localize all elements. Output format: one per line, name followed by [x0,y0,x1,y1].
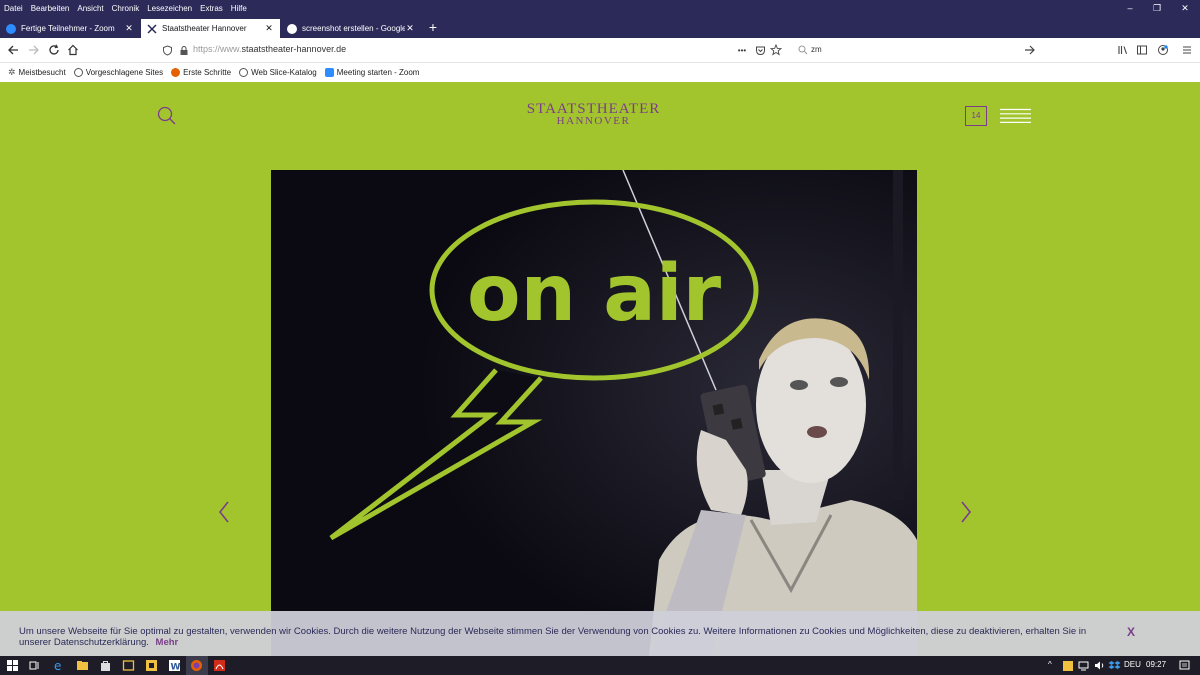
tab-label: Staatstheater Hannover [162,24,247,33]
forward-icon[interactable] [27,43,41,57]
bookmark-label: Meeting starten - Zoom [336,68,420,77]
search-input[interactable]: zm [811,45,822,54]
bookmark-vorgeschlagene-sites[interactable]: Vorgeschlagene Sites [73,68,164,77]
bookmark-label: Erste Schritte [183,68,232,77]
acrobat-icon[interactable] [213,659,226,672]
navigation-bar: https://www.staatstheater-hannover.de ••… [0,38,1200,63]
back-icon[interactable] [6,43,20,57]
photos-icon[interactable] [122,659,135,672]
page-actions-button[interactable]: ••• [734,43,750,57]
bookmark-star-icon[interactable] [769,43,783,57]
taskbar: e W ^ DEU 09:27 [0,656,1200,675]
tray-chevron-icon[interactable]: ^ [1048,660,1052,669]
calendar-number: 14 [971,111,981,120]
tab-label: Fertige Teilnehmer - Zoom [21,24,115,33]
google-icon [287,23,297,34]
menu-ansicht[interactable]: Ansicht [73,4,107,13]
search-go-icon[interactable] [1023,43,1037,57]
calendar-button[interactable]: 14 [965,106,987,126]
url-domain: staatstheater-hannover.de [241,44,347,54]
tab-zoom-participants[interactable]: Fertige Teilnehmer - Zoom ✕ [0,19,140,38]
close-tab-icon[interactable]: ✕ [264,23,274,34]
svg-text:e: e [54,659,61,672]
bookmarks-toolbar: ✲ Meistbesucht Vorgeschlagene Sites Erst… [0,63,1200,82]
word-icon[interactable]: W [168,659,181,673]
globe-icon [73,68,83,77]
shield-icon[interactable] [160,43,174,57]
clock[interactable]: 09:27 [1146,660,1166,669]
store-icon[interactable] [99,659,112,672]
minimize-button[interactable]: – [1116,0,1144,16]
bookmark-label: Vorgeschlagene Sites [85,68,164,77]
cookie-more-link[interactable]: Mehr [156,637,179,648]
cookie-close-button[interactable]: X [1127,625,1135,639]
cookie-message: Um unsere Webseite für Sie optimal zu ge… [19,626,1087,648]
zoom-icon [324,68,334,77]
tab-google-search[interactable]: screenshot erstellen - Google-S ✕ [281,19,421,38]
close-window-button[interactable]: ✕ [1171,0,1199,16]
library-icon[interactable] [1116,43,1130,57]
language-indicator[interactable]: DEU [1124,660,1141,669]
firefox-icon [171,68,181,77]
firefox-taskbar-button[interactable] [186,656,208,675]
app-icon-yellow[interactable] [145,659,158,672]
notifications-icon[interactable] [1178,659,1191,672]
svg-text:W: W [171,663,181,673]
zoom-icon [6,23,16,34]
file-explorer-icon[interactable] [76,659,89,672]
windows-start-icon[interactable] [6,659,19,672]
account-icon[interactable] [1156,43,1170,57]
bookmark-label: Web Slice-Katalog [251,68,317,77]
lock-icon[interactable] [177,43,191,57]
menu-bearbeiten[interactable]: Bearbeiten [27,4,74,13]
globe-icon [239,68,249,77]
close-tab-icon[interactable]: ✕ [124,23,134,34]
bookmark-label: Meistbesucht [18,68,66,77]
task-view-icon[interactable] [28,659,41,672]
webpage: STAATSTHEATER HANNOVER 14 on air [0,82,1200,656]
menu-chronik[interactable]: Chronik [108,4,144,13]
menu-bar: Datei Bearbeiten Ansicht Chronik Lesezei… [0,0,1200,16]
menu-datei[interactable]: Datei [0,4,27,13]
cookie-text: Um unsere Webseite für Sie optimal zu ge… [19,626,1094,648]
close-tab-icon[interactable]: ✕ [405,23,415,34]
bookmark-erste-schritte[interactable]: Erste Schritte [171,68,231,77]
bookmark-web-slice-katalog[interactable]: Web Slice-Katalog [239,68,317,77]
firefox-icon [191,660,202,671]
menu-lesezeichen[interactable]: Lesezeichen [143,4,196,13]
app-menu-icon[interactable] [1180,43,1194,57]
tray-app-icon[interactable] [1062,659,1075,672]
url-scheme: https://www. [193,44,242,54]
hero-slide[interactable]: on air [271,170,917,656]
cookie-banner: Um unsere Webseite für Sie optimal zu ge… [0,611,1200,656]
pocket-icon[interactable] [753,43,767,57]
reload-icon[interactable] [47,43,61,57]
new-tab-button[interactable]: + [426,19,440,35]
search-bar-icon [796,43,810,57]
bookmark-meeting-starten-zoom[interactable]: Meeting starten - Zoom [324,68,420,77]
tab-staatstheater[interactable]: Staatstheater Hannover ✕ [141,19,280,38]
network-icon[interactable] [1077,659,1090,672]
tab-label: screenshot erstellen - Google-S [302,24,405,33]
sidebar-icon[interactable] [1135,43,1149,57]
restore-button[interactable]: ❐ [1143,0,1171,16]
home-icon[interactable] [66,43,80,57]
staatstheater-favicon-icon [147,23,157,34]
hero-photo: on air [271,170,917,656]
edge-icon[interactable]: e [52,659,65,673]
menu-extras[interactable]: Extras [196,4,227,13]
volume-icon[interactable] [1093,659,1106,672]
previous-slide-icon[interactable] [214,497,234,527]
bookmark-meistbesucht[interactable]: ✲ Meistbesucht [8,67,66,78]
next-slide-icon[interactable] [956,497,976,527]
hero-text: on air [467,249,722,339]
url-bar[interactable]: https://www.staatstheater-hannover.de [193,44,346,54]
menu-hilfe[interactable]: Hilfe [227,4,251,13]
gear-icon: ✲ [8,67,16,77]
tab-strip: Fertige Teilnehmer - Zoom ✕ Staatstheate… [0,16,1200,38]
hamburger-menu-icon[interactable] [999,108,1032,129]
dropbox-icon[interactable] [1108,659,1121,672]
